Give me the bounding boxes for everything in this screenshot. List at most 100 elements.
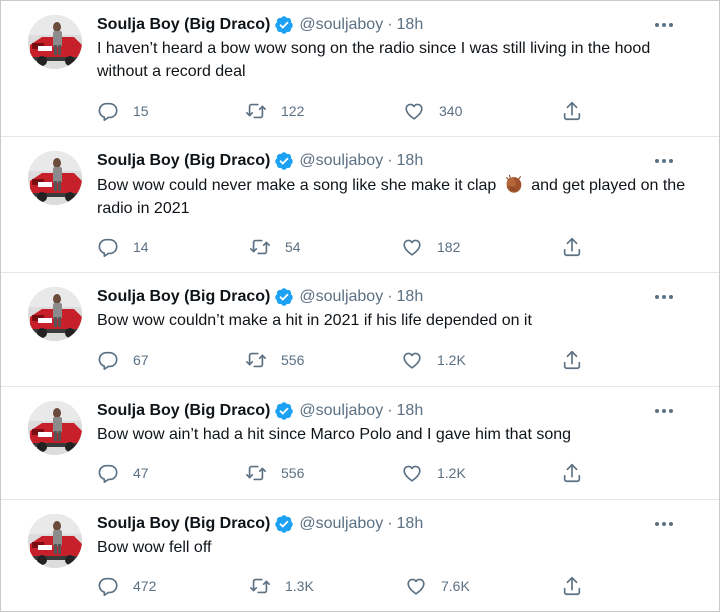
tweet-actions: 47 556 1.2K	[1, 461, 719, 485]
retweet-button[interactable]: 122	[245, 99, 304, 123]
tweet-header: Soulja Boy (Big Draco) @souljaboy · 18h	[97, 514, 423, 534]
more-options-icon[interactable]	[649, 151, 679, 171]
avatar[interactable]	[28, 151, 82, 205]
tweet-header: Soulja Boy (Big Draco) @souljaboy · 18h	[97, 151, 423, 171]
timestamp[interactable]: 18h	[397, 151, 424, 171]
timestamp[interactable]: 18h	[397, 15, 424, 35]
share-icon	[561, 349, 583, 371]
reply-button[interactable]: 472	[97, 574, 156, 598]
tweet-actions: 67 556 1.2K	[1, 348, 719, 372]
tweet[interactable]: Soulja Boy (Big Draco) @souljaboy · 18h …	[1, 500, 719, 612]
verified-badge-icon	[274, 15, 294, 35]
share-button[interactable]	[561, 348, 583, 372]
tweet[interactable]: Soulja Boy (Big Draco) @souljaboy · 18h …	[1, 1, 719, 136]
separator: ·	[387, 515, 393, 532]
author-name[interactable]: Soulja Boy (Big Draco)	[97, 15, 270, 35]
tweet-header: Soulja Boy (Big Draco) @souljaboy · 18h	[97, 287, 423, 307]
like-button[interactable]: 7.6K	[405, 574, 470, 598]
avatar[interactable]	[28, 15, 82, 69]
retweet-icon	[249, 575, 271, 597]
tweet-text-part: Bow wow could never make a song like she…	[97, 177, 501, 194]
avatar[interactable]	[28, 514, 82, 568]
retweet-button[interactable]: 556	[245, 461, 304, 485]
more-options-icon[interactable]	[649, 15, 679, 35]
share-icon	[561, 575, 583, 597]
retweet-icon	[245, 349, 267, 371]
like-count: 182	[437, 239, 461, 255]
tweet-header: Soulja Boy (Big Draco) @souljaboy · 18h	[97, 401, 423, 421]
share-icon	[561, 236, 583, 258]
more-options-icon[interactable]	[649, 287, 679, 307]
heart-icon	[401, 236, 423, 258]
tweet[interactable]: Soulja Boy (Big Draco) @souljaboy · 18h …	[1, 273, 719, 386]
heart-icon	[405, 575, 427, 597]
tweet-actions: 15 122 340	[1, 99, 719, 123]
reply-count: 67	[133, 352, 149, 368]
tweet-text: I haven’t heard a bow wow song on the ra…	[97, 40, 651, 80]
heart-icon	[403, 100, 425, 122]
reply-button[interactable]: 47	[97, 461, 149, 485]
tweet-actions: 472 1.3K 7.6K	[1, 574, 719, 598]
timestamp[interactable]: 18h	[397, 287, 424, 307]
share-button[interactable]	[561, 99, 583, 123]
avatar[interactable]	[28, 401, 82, 455]
tweet[interactable]: Soulja Boy (Big Draco) @souljaboy · 18h …	[1, 137, 719, 272]
share-icon	[561, 100, 583, 122]
avatar[interactable]	[28, 287, 82, 341]
more-options-icon[interactable]	[649, 514, 679, 534]
reply-button[interactable]: 14	[97, 235, 149, 259]
reply-count: 15	[133, 103, 149, 119]
author-handle[interactable]: @souljaboy	[299, 151, 383, 171]
heart-icon	[401, 349, 423, 371]
tweet-thread: Soulja Boy (Big Draco) @souljaboy · 18h …	[0, 0, 720, 612]
retweet-button[interactable]: 556	[245, 348, 304, 372]
retweet-count: 122	[281, 103, 305, 119]
author-name[interactable]: Soulja Boy (Big Draco)	[97, 514, 270, 534]
author-handle[interactable]: @souljaboy	[299, 401, 383, 421]
verified-badge-icon	[274, 514, 294, 534]
author-name[interactable]: Soulja Boy (Big Draco)	[97, 151, 270, 171]
retweet-count: 1.3K	[285, 578, 314, 594]
author-name[interactable]: Soulja Boy (Big Draco)	[97, 287, 270, 307]
reply-button[interactable]: 67	[97, 348, 149, 372]
reply-icon	[97, 349, 119, 371]
verified-badge-icon	[274, 401, 294, 421]
retweet-button[interactable]: 1.3K	[249, 574, 314, 598]
author-name[interactable]: Soulja Boy (Big Draco)	[97, 401, 270, 421]
like-button[interactable]: 340	[403, 99, 462, 123]
share-button[interactable]	[561, 574, 583, 598]
reply-count: 14	[133, 239, 149, 255]
retweet-icon	[245, 462, 267, 484]
author-handle[interactable]: @souljaboy	[299, 287, 383, 307]
reply-button[interactable]: 15	[97, 99, 149, 123]
like-count: 1.2K	[437, 465, 466, 481]
author-handle[interactable]: @souljaboy	[299, 15, 383, 35]
share-button[interactable]	[561, 461, 583, 485]
retweet-button[interactable]: 54	[249, 235, 301, 259]
clapping-hands-emoji	[503, 173, 525, 195]
retweet-icon	[245, 100, 267, 122]
separator: ·	[387, 16, 393, 33]
retweet-count: 556	[281, 352, 305, 368]
tweet-text: Bow wow could never make a song like she…	[97, 173, 687, 220]
like-button[interactable]: 182	[401, 235, 460, 259]
separator: ·	[387, 402, 393, 419]
like-button[interactable]: 1.2K	[401, 348, 466, 372]
separator: ·	[387, 152, 393, 169]
reply-count: 472	[133, 578, 157, 594]
share-button[interactable]	[561, 235, 583, 259]
tweet[interactable]: Soulja Boy (Big Draco) @souljaboy · 18h …	[1, 387, 719, 499]
reply-icon	[97, 100, 119, 122]
timestamp[interactable]: 18h	[397, 514, 424, 534]
share-icon	[561, 462, 583, 484]
timestamp[interactable]: 18h	[397, 401, 424, 421]
reply-icon	[97, 236, 119, 258]
tweet-text: Bow wow couldn’t make a hit in 2021 if h…	[97, 312, 532, 329]
like-button[interactable]: 1.2K	[401, 461, 466, 485]
more-options-icon[interactable]	[649, 401, 679, 421]
verified-badge-icon	[274, 151, 294, 171]
author-handle[interactable]: @souljaboy	[299, 514, 383, 534]
retweet-icon	[249, 236, 271, 258]
like-count: 1.2K	[437, 352, 466, 368]
tweet-header: Soulja Boy (Big Draco) @souljaboy · 18h	[97, 15, 423, 35]
